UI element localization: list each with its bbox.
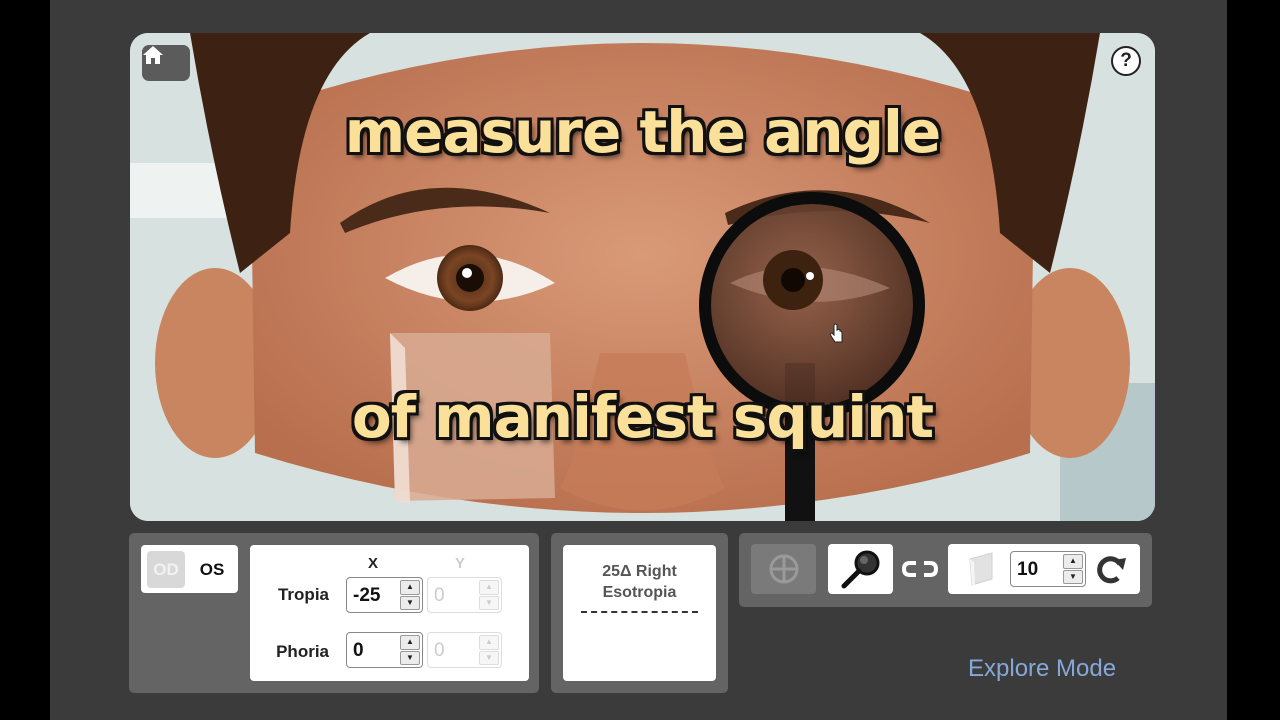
diagnosis-text: 25Δ Right Esotropia [602, 563, 677, 601]
tropia-y-up-icon: ▲ [479, 580, 499, 595]
link-toggle[interactable] [900, 556, 940, 582]
os-button[interactable]: OS [191, 551, 233, 588]
prism-up-icon[interactable]: ▲ [1063, 554, 1083, 569]
prism-down-icon[interactable]: ▼ [1063, 569, 1083, 584]
face-scene[interactable]: ? measure the angle of manifest squint [130, 33, 1155, 521]
phoria-x-up-icon[interactable]: ▲ [400, 635, 420, 650]
prism-tool: 10 ▲ ▼ [948, 544, 1140, 594]
link-icon [901, 561, 939, 577]
tropia-x-up-icon[interactable]: ▲ [400, 580, 420, 595]
magnifier-icon [841, 550, 879, 589]
phoria-x-down-icon[interactable]: ▼ [400, 650, 420, 665]
phoria-y-up-icon: ▲ [479, 635, 499, 650]
prism-strength-value: 10 [1017, 559, 1039, 580]
caption-line-2: of manifest squint [351, 383, 934, 451]
tropia-x-down-icon[interactable]: ▼ [400, 595, 420, 610]
home-icon [143, 46, 163, 64]
y-column-header: Y [455, 555, 466, 572]
crosshair-button[interactable] [751, 544, 816, 594]
phoria-label: Phoria [276, 642, 329, 661]
help-icon: ? [1120, 50, 1132, 71]
hand-cursor-icon [830, 323, 843, 343]
explore-mode-link[interactable]: Explore Mode [968, 655, 1116, 683]
diagnosis-box: 25Δ Right Esotropia [563, 545, 716, 681]
diagnosis-divider [581, 611, 698, 613]
tropia-label: Tropia [277, 585, 329, 604]
tropia-y-value: 0 [434, 585, 445, 606]
caption-line-1: measure the angle [344, 98, 942, 166]
help-button[interactable]: ? [1111, 46, 1141, 76]
tropia-x-value: -25 [353, 585, 381, 606]
prism-strength-stepper[interactable]: 10 ▲ ▼ [1010, 551, 1086, 587]
phoria-y-down-icon: ▼ [479, 650, 499, 665]
tropia-y-stepper: 0 ▲ ▼ [427, 577, 502, 613]
occluder-lens [699, 192, 925, 418]
prism-icon[interactable] [962, 549, 1002, 589]
home-button[interactable] [142, 45, 190, 81]
tropia-x-stepper[interactable]: -25 ▲ ▼ [346, 577, 423, 613]
phoria-x-value: 0 [353, 640, 364, 661]
tropia-y-down-icon: ▼ [479, 595, 499, 610]
phoria-x-stepper[interactable]: 0 ▲ ▼ [346, 632, 423, 668]
occluder-tool-button[interactable] [828, 544, 893, 594]
rotate-icon[interactable] [1092, 552, 1130, 586]
od-button[interactable]: OD [147, 551, 185, 588]
phoria-y-stepper: 0 ▲ ▼ [427, 632, 502, 668]
x-column-header: X [368, 555, 379, 572]
measurement-box: X Y Tropia -25 ▲ ▼ 0 ▲ ▼ Phoria 0 ▲ ▼ 0 ▲ ▼ [250, 545, 529, 681]
eye-toggle: OD OS [141, 545, 238, 593]
phoria-y-value: 0 [434, 640, 445, 661]
crosshair-icon [769, 554, 798, 584]
